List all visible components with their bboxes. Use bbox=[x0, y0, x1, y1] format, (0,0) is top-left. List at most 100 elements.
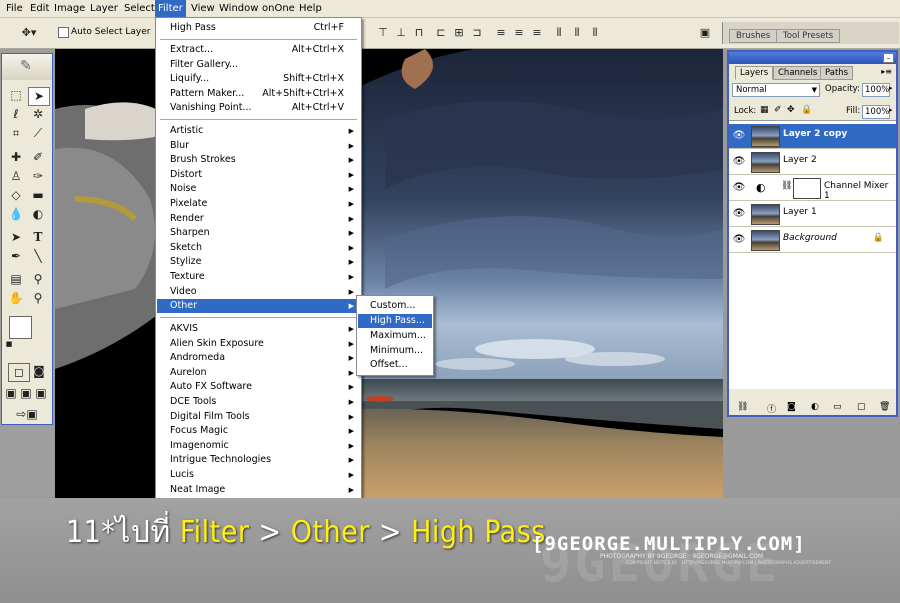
auto-select-checkbox[interactable] bbox=[58, 27, 69, 38]
submenu-item-offset[interactable]: Offset... bbox=[358, 358, 432, 372]
lock-all-icon[interactable]: 🔒 bbox=[801, 105, 812, 115]
menu-window[interactable]: Window bbox=[216, 2, 261, 15]
submenu-item-custom[interactable]: Custom... bbox=[358, 299, 432, 313]
menu-view[interactable]: View bbox=[188, 2, 218, 15]
menu-item-blur[interactable]: Blur ▶ bbox=[157, 139, 360, 153]
palette-tab-brushes[interactable]: Brushes bbox=[729, 29, 778, 43]
palette-tab-tool-presets[interactable]: Tool Presets bbox=[776, 29, 841, 43]
submenu-item-minimum[interactable]: Minimum... bbox=[358, 344, 432, 358]
distribute-bottom-icon[interactable]: ≡ bbox=[528, 25, 546, 41]
zoom-tool-icon[interactable]: ⚲ bbox=[28, 290, 48, 307]
distribute-vcenter-icon[interactable]: ≡ bbox=[510, 25, 528, 41]
move-tool-icon[interactable]: ➤ bbox=[28, 87, 50, 106]
tab-layers[interactable]: Layers bbox=[735, 66, 774, 80]
menu-select[interactable]: Select bbox=[121, 2, 158, 15]
move-tool-preset-icon[interactable]: ✥▾ bbox=[15, 25, 43, 41]
fill-arrow-icon[interactable]: ▸ bbox=[889, 106, 893, 114]
path-selection-icon[interactable]: ➤ bbox=[6, 229, 26, 246]
menu-item-artistic[interactable]: Artistic ▶ bbox=[157, 124, 360, 138]
fill-input[interactable]: 100% bbox=[862, 105, 890, 119]
pen-tool-icon[interactable]: ✒ bbox=[6, 248, 26, 265]
menu-item-digital-film-tools[interactable]: Digital Film Tools ▶ bbox=[157, 410, 360, 424]
menu-item-intrigue[interactable]: Intrigue Technologies ▶ bbox=[157, 453, 360, 467]
menu-item-last-filter[interactable]: High Pass Ctrl+F bbox=[157, 21, 360, 35]
menu-layer[interactable]: Layer bbox=[87, 2, 121, 15]
opacity-arrow-icon[interactable]: ▸ bbox=[889, 84, 893, 92]
lock-image-icon[interactable]: ✐ bbox=[774, 105, 782, 115]
menu-item-pattern-maker[interactable]: Pattern Maker... Alt+Shift+Ctrl+X bbox=[157, 87, 360, 101]
menu-item-brush-strokes[interactable]: Brush Strokes ▶ bbox=[157, 153, 360, 167]
notes-tool-icon[interactable]: ▤ bbox=[6, 271, 26, 288]
lock-position-icon[interactable]: ✥ bbox=[787, 105, 795, 115]
blend-mode-select[interactable]: Normal ▼ bbox=[732, 83, 820, 97]
visibility-eye-icon[interactable]: 👁 bbox=[732, 207, 746, 221]
panel-menu-icon[interactable]: ▸≡ bbox=[881, 67, 892, 76]
new-group-icon[interactable]: ▭ bbox=[833, 402, 842, 412]
visibility-eye-icon[interactable]: 👁 bbox=[732, 155, 746, 169]
menu-item-video[interactable]: Video ▶ bbox=[157, 285, 360, 299]
blur-tool-icon[interactable]: 💧 bbox=[6, 206, 26, 223]
menu-item-extract[interactable]: Extract... Alt+Ctrl+X bbox=[157, 43, 360, 57]
menu-item-pixelate[interactable]: Pixelate ▶ bbox=[157, 197, 360, 211]
layer-row-channel-mixer-1[interactable]: 👁 ◐ ⛓ Channel Mixer 1 bbox=[729, 176, 896, 201]
hand-tool-icon[interactable]: ✋ bbox=[6, 290, 26, 307]
distribute-right-icon[interactable]: ⦀ bbox=[586, 25, 604, 41]
tab-paths[interactable]: Paths bbox=[820, 66, 854, 80]
menu-item-filter-gallery[interactable]: Filter Gallery... bbox=[157, 58, 360, 72]
layer-row-layer-1[interactable]: 👁 Layer 1 bbox=[729, 202, 896, 227]
default-colors-icon[interactable]: ■ bbox=[4, 339, 14, 349]
menu-item-imagenomic[interactable]: Imagenomic ▶ bbox=[157, 439, 360, 453]
history-brush-icon[interactable]: ✑ bbox=[28, 168, 48, 185]
lasso-tool-icon[interactable]: ℓ bbox=[6, 106, 26, 123]
visibility-eye-icon[interactable]: 👁 bbox=[732, 233, 746, 247]
line-tool-icon[interactable]: ╲ bbox=[28, 248, 48, 265]
align-vcenter-icon[interactable]: ⊥ bbox=[392, 25, 410, 41]
menu-item-auto-fx[interactable]: Auto FX Software ▶ bbox=[157, 380, 360, 394]
menu-item-render[interactable]: Render ▶ bbox=[157, 212, 360, 226]
menu-help[interactable]: Help bbox=[296, 2, 325, 15]
align-left-icon[interactable]: ⊏ bbox=[432, 25, 450, 41]
menu-item-dce-tools[interactable]: DCE Tools ▶ bbox=[157, 395, 360, 409]
align-bottom-icon[interactable]: ⊓ bbox=[410, 25, 428, 41]
healing-brush-icon[interactable]: ✚ bbox=[6, 149, 26, 166]
menu-item-sharpen[interactable]: Sharpen ▶ bbox=[157, 226, 360, 240]
new-adjustment-icon[interactable]: ◐ bbox=[811, 402, 819, 412]
quick-mask-icon[interactable]: ◙ bbox=[29, 363, 49, 380]
menu-item-liquify[interactable]: Liquify... Shift+Ctrl+X bbox=[157, 72, 360, 86]
menu-filter[interactable]: Filter bbox=[155, 0, 186, 17]
submenu-item-maximum[interactable]: Maximum... bbox=[358, 329, 432, 343]
distribute-left-icon[interactable]: ⦀ bbox=[550, 25, 568, 41]
layer-row-background[interactable]: 👁 Background 🔒 bbox=[729, 228, 896, 253]
layer-row-layer-2-copy[interactable]: 👁 Layer 2 copy bbox=[729, 124, 896, 149]
file-browser-icon[interactable]: ▣ bbox=[694, 25, 716, 41]
menu-item-distort[interactable]: Distort ▶ bbox=[157, 168, 360, 182]
menu-item-texture[interactable]: Texture ▶ bbox=[157, 270, 360, 284]
distribute-top-icon[interactable]: ≡ bbox=[492, 25, 510, 41]
layer-row-layer-2[interactable]: 👁 Layer 2 bbox=[729, 150, 896, 175]
marquee-tool-icon[interactable]: ⬚ bbox=[6, 87, 26, 104]
slice-tool-icon[interactable]: ⟋ bbox=[28, 125, 48, 142]
screen-mode-1-icon[interactable]: ▣ bbox=[4, 385, 18, 402]
menu-item-akvis[interactable]: AKVIS ▶ bbox=[157, 322, 360, 336]
menu-edit[interactable]: Edit bbox=[27, 2, 52, 15]
brush-tool-icon[interactable]: ✐ bbox=[28, 149, 48, 166]
standard-mode-icon[interactable]: ◻ bbox=[8, 363, 30, 382]
gradient-tool-icon[interactable]: ▬ bbox=[28, 187, 48, 204]
align-hcenter-icon[interactable]: ⊞ bbox=[450, 25, 468, 41]
menu-item-andromeda[interactable]: Andromeda ▶ bbox=[157, 351, 360, 365]
type-tool-icon[interactable]: T bbox=[28, 229, 48, 246]
visibility-eye-icon[interactable]: 👁 bbox=[732, 181, 746, 195]
menu-item-lucis[interactable]: Lucis ▶ bbox=[157, 468, 360, 482]
menu-item-other[interactable]: Other ▶ bbox=[157, 299, 360, 314]
submenu-item-high-pass[interactable]: High Pass... bbox=[358, 314, 432, 328]
trash-icon[interactable]: 🗑 bbox=[879, 402, 890, 412]
visibility-eye-icon[interactable]: 👁 bbox=[732, 129, 746, 143]
lock-transparent-icon[interactable]: ▦ bbox=[760, 105, 769, 115]
screen-mode-2-icon[interactable]: ▣ bbox=[19, 385, 33, 402]
align-top-icon[interactable]: ⊤ bbox=[374, 25, 392, 41]
opacity-input[interactable]: 100% bbox=[862, 83, 890, 97]
jump-to-imageready-icon[interactable]: ⇨▣ bbox=[8, 406, 46, 423]
eraser-icon[interactable]: ◇ bbox=[6, 187, 26, 204]
menu-item-stylize[interactable]: Stylize ▶ bbox=[157, 255, 360, 269]
menu-item-alien-skin[interactable]: Alien Skin Exposure ▶ bbox=[157, 337, 360, 351]
